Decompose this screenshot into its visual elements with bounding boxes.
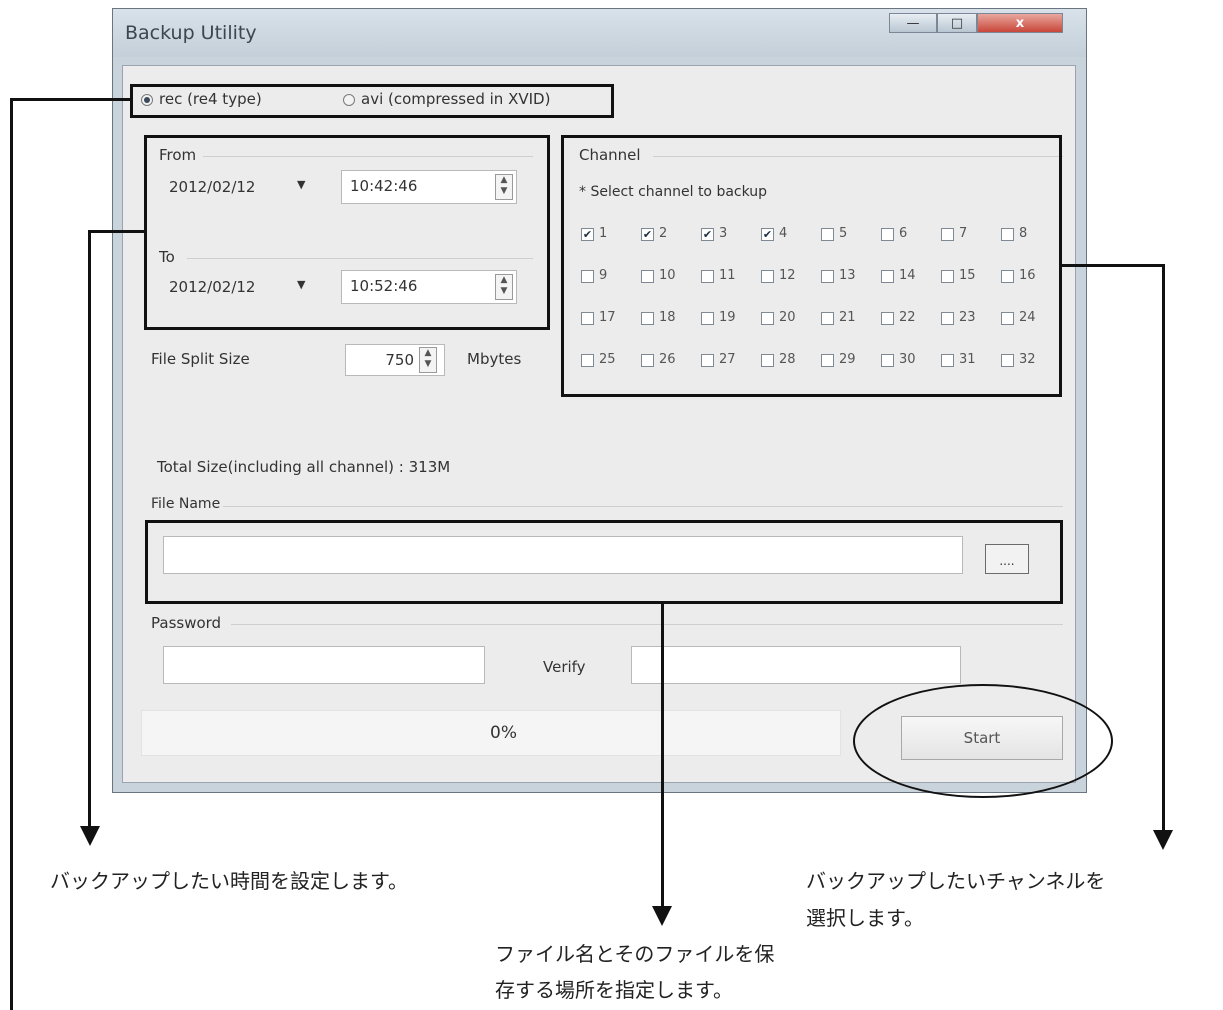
file-split-value: 750	[385, 351, 414, 369]
channel-leader-line-vertical	[1162, 264, 1165, 834]
verify-label: Verify	[543, 658, 586, 676]
down-arrow-icon	[1153, 830, 1173, 850]
file-leader-line	[661, 604, 664, 910]
channel-annotation-line2: 選択します。	[806, 906, 924, 930]
time-annotation: バックアップしたい時間を設定します。	[50, 869, 408, 893]
file-name-label: File Name	[151, 496, 221, 512]
verify-input[interactable]	[631, 646, 961, 684]
file-name-group-line	[223, 506, 1063, 507]
channel-leader-line	[1062, 264, 1165, 267]
format-highlight-box	[130, 84, 614, 118]
down-arrow-icon	[652, 906, 672, 926]
channel-annotation-line1: バックアップしたいチャンネルを	[806, 869, 1106, 893]
password-input[interactable]	[163, 646, 485, 684]
time-highlight-box	[144, 135, 550, 330]
file-split-unit: Mbytes	[467, 350, 522, 368]
password-label: Password	[151, 614, 222, 632]
window-title: Backup Utility	[125, 22, 257, 44]
minimize-button[interactable]: —	[889, 13, 937, 33]
time-leader-line-vertical	[88, 230, 91, 830]
format-leader-line-vertical	[10, 98, 13, 1010]
backup-utility-window: Backup Utility — □ x rec (re4 type) avi …	[112, 8, 1087, 793]
progress-bar: 0%	[141, 710, 841, 756]
password-group-line	[231, 624, 1063, 625]
progress-text: 0%	[490, 723, 517, 743]
channel-highlight-box	[561, 135, 1062, 397]
file-annotation-line1: ファイル名とそのファイルを保	[495, 942, 775, 966]
file-name-highlight-box	[145, 520, 1063, 604]
file-split-spinner[interactable]: ▲ ▼	[419, 347, 437, 373]
close-button[interactable]: x	[977, 13, 1063, 33]
format-leader-line	[10, 98, 132, 101]
title-bar[interactable]: Backup Utility — □ x	[113, 9, 1086, 57]
maximize-button[interactable]: □	[937, 13, 977, 33]
total-size-text: Total Size(including all channel) : 313M	[157, 458, 451, 476]
file-annotation-line2: 存する場所を指定します。	[495, 978, 733, 1002]
down-arrow-icon	[80, 826, 100, 846]
time-leader-line	[88, 230, 146, 233]
start-highlight-ellipse	[853, 684, 1113, 798]
file-split-label: File Split Size	[151, 350, 250, 368]
